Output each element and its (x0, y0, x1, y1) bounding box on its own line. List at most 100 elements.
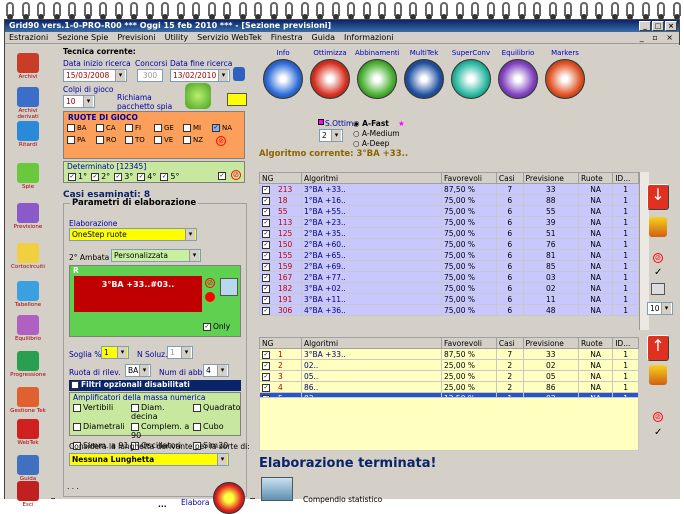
ampl-quadrato[interactable]: Quadrato (193, 403, 241, 421)
ambata-select[interactable]: Personalizzata (111, 249, 201, 262)
ruote-cancel-icon[interactable]: ⊘ (216, 136, 226, 146)
color-swatch[interactable] (227, 93, 247, 106)
sidebar-item-cortocircuiti[interactable]: Cortocircuiti (7, 243, 49, 270)
r-value[interactable]: 3°BA +33..#03.. (74, 276, 202, 312)
sidebar-item-webtek[interactable]: WebTek (7, 419, 49, 446)
elaborazione-select[interactable]: OneStep ruote (69, 228, 197, 241)
menu-finestra[interactable]: Finestra (271, 33, 303, 42)
ampl-cubo[interactable]: Cubo (193, 422, 241, 440)
ruota-pa[interactable]: PA (67, 136, 96, 146)
column-header[interactable]: Casi (495, 172, 524, 184)
elabora-button[interactable] (213, 482, 245, 514)
table-row[interactable]: 191 3°BA +11..75,00 %611NA1 (259, 293, 639, 305)
column-header[interactable]: Favorevoli (441, 172, 497, 184)
nsoluz-select[interactable]: 1 (167, 346, 193, 359)
table-row[interactable]: 125 2°BA +35..75,00 %651NA1 (259, 227, 639, 239)
trash-icon-2[interactable] (649, 365, 667, 385)
table-row[interactable]: 150 2°BA +60..75,00 %676NA1 (259, 238, 639, 250)
info-icon[interactable] (233, 67, 245, 81)
ruota-ca[interactable]: CA (96, 124, 125, 132)
algo-ottimizza[interactable]: Ottimizza (308, 49, 352, 99)
ruota-rilev-select[interactable]: BA (125, 364, 151, 377)
check-icon[interactable]: ✓ (654, 267, 662, 278)
sidebar-item-spie[interactable]: Spie (7, 163, 49, 190)
compendio-icon[interactable] (261, 477, 293, 501)
lunghetta-select[interactable]: Nessuna Lunghetta (69, 453, 229, 466)
algo-multitek[interactable]: MultiTek (402, 49, 446, 99)
column-header[interactable]: NG (259, 172, 302, 184)
algo-info[interactable]: Info (261, 49, 305, 99)
filtri-bar[interactable]: Filtri opzionali disabilitati (69, 380, 241, 391)
menu-guida[interactable]: Guida (312, 33, 335, 42)
sidebar-item-gestione-tek[interactable]: Gestione Tek (7, 387, 49, 414)
ruota-ro[interactable]: RO (96, 136, 125, 146)
column-header[interactable]: ID... (612, 337, 639, 349)
concorsi-field[interactable]: 300 (137, 69, 163, 82)
column-header[interactable]: NG (259, 337, 302, 349)
date-start-field[interactable]: 15/03/2008 (63, 69, 127, 82)
table-row[interactable]: 159 2°BA +69..75,00 %685NA1 (259, 260, 639, 272)
move-up-button[interactable]: ↑ (647, 335, 669, 361)
clear-icon[interactable]: ⊘ (653, 253, 663, 263)
date-end-field[interactable]: 13/02/2010 (170, 69, 230, 82)
algo-markers[interactable]: Markers (543, 49, 587, 99)
menu-informazioni[interactable]: Informazioni (344, 33, 394, 42)
ruota-fi[interactable]: FI (125, 124, 154, 132)
close-button[interactable]: × (665, 21, 677, 31)
r-cancel-icon[interactable]: ⊘ (205, 278, 215, 288)
table-row[interactable]: 167 2°BA +77..75,00 %603NA1 (259, 271, 639, 283)
menu-utility[interactable]: Utility (165, 33, 189, 42)
menu-previsioni[interactable]: Previsioni (117, 33, 155, 42)
trash-icon[interactable] (649, 217, 667, 237)
ruota-ba[interactable]: BA (67, 124, 96, 132)
page-select[interactable]: 10 (647, 302, 673, 315)
algo-equilibrio[interactable]: Equilibrio (496, 49, 540, 99)
column-header[interactable]: Algoritmi (301, 337, 442, 349)
compendio-label[interactable]: Compendio statistico (303, 495, 382, 504)
determinato-check-icon[interactable] (218, 171, 228, 180)
column-header[interactable]: Casi (495, 337, 524, 349)
determinato-5[interactable]: 5° (160, 172, 179, 181)
soglia-select[interactable]: 1 (101, 346, 129, 359)
table-row[interactable]: 182 3°BA +02..75,00 %602NA1 (259, 282, 639, 294)
menu-servizio-webtek[interactable]: Servizio WebTek (197, 33, 262, 42)
column-header[interactable]: Ruote (577, 337, 614, 349)
table-row[interactable]: 18 1°BA +16..75,00 %688NA1 (259, 194, 639, 206)
sidebar-item-guida[interactable]: Guida (7, 455, 49, 482)
maximize-button[interactable]: □ (652, 21, 664, 31)
sidebar-item-archivi-derivati[interactable]: Archivi derivati (7, 87, 49, 120)
minimize-button[interactable]: _ (639, 21, 651, 31)
table-row[interactable]: 13°BA +33..87,50 %733NA1 (259, 348, 639, 360)
ruota-to[interactable]: TO (125, 136, 154, 146)
column-header[interactable]: ID... (612, 172, 639, 184)
algo-abbinamenti[interactable]: Abbinamenti (355, 49, 400, 99)
mdi-controls[interactable]: _ ▫ × (640, 33, 676, 42)
ampl-diam-decina[interactable]: Diam. decina (131, 403, 193, 421)
column-header[interactable]: Previsione (522, 172, 580, 184)
only-check[interactable]: Only (203, 322, 230, 331)
ampl-diametrali[interactable]: Diametrali (73, 422, 131, 440)
r-save-icon[interactable] (220, 278, 238, 296)
printer-icon[interactable] (651, 283, 665, 295)
table-row[interactable]: 4 86..25,00 %286NA1 (259, 381, 639, 393)
spyglass-icon[interactable] (185, 83, 211, 109)
mode-a-fast[interactable]: ◉ A-Fast (353, 119, 400, 128)
determinato-cancel-icon[interactable]: ⊘ (231, 170, 241, 180)
move-down-button[interactable]: ↓ (647, 184, 669, 210)
determinato-4[interactable]: 4° (137, 172, 156, 181)
sidebar-item-ritardi[interactable]: Ritardi (7, 121, 49, 148)
determinato-3[interactable]: 3° (114, 172, 133, 181)
table-row[interactable]: 3 05..25,00 %205NA1 (259, 370, 639, 382)
sidebar-item-previsione[interactable]: Previsione (7, 203, 49, 230)
ruota-na[interactable]: NA (212, 124, 241, 132)
menu-estrazioni[interactable]: Estrazioni (9, 33, 48, 42)
determinato-2[interactable]: 2° (91, 172, 110, 181)
sidebar-item-progressione[interactable]: Progressione (7, 351, 49, 378)
table-row[interactable]: 213 3°BA +33..87,50 %733NA1 (259, 183, 639, 195)
table-row[interactable]: 551°BA +55..75,00 %655NA1 (259, 205, 639, 217)
table-row[interactable]: 202..25,00 %202NA1 (259, 359, 639, 371)
r-stop-icon[interactable] (205, 292, 215, 302)
mode-a-medium[interactable]: ○ A-Medium (353, 129, 400, 138)
ruota-nz[interactable]: NZ (183, 136, 212, 146)
menu-sezione-spie[interactable]: Sezione Spie (57, 33, 108, 42)
